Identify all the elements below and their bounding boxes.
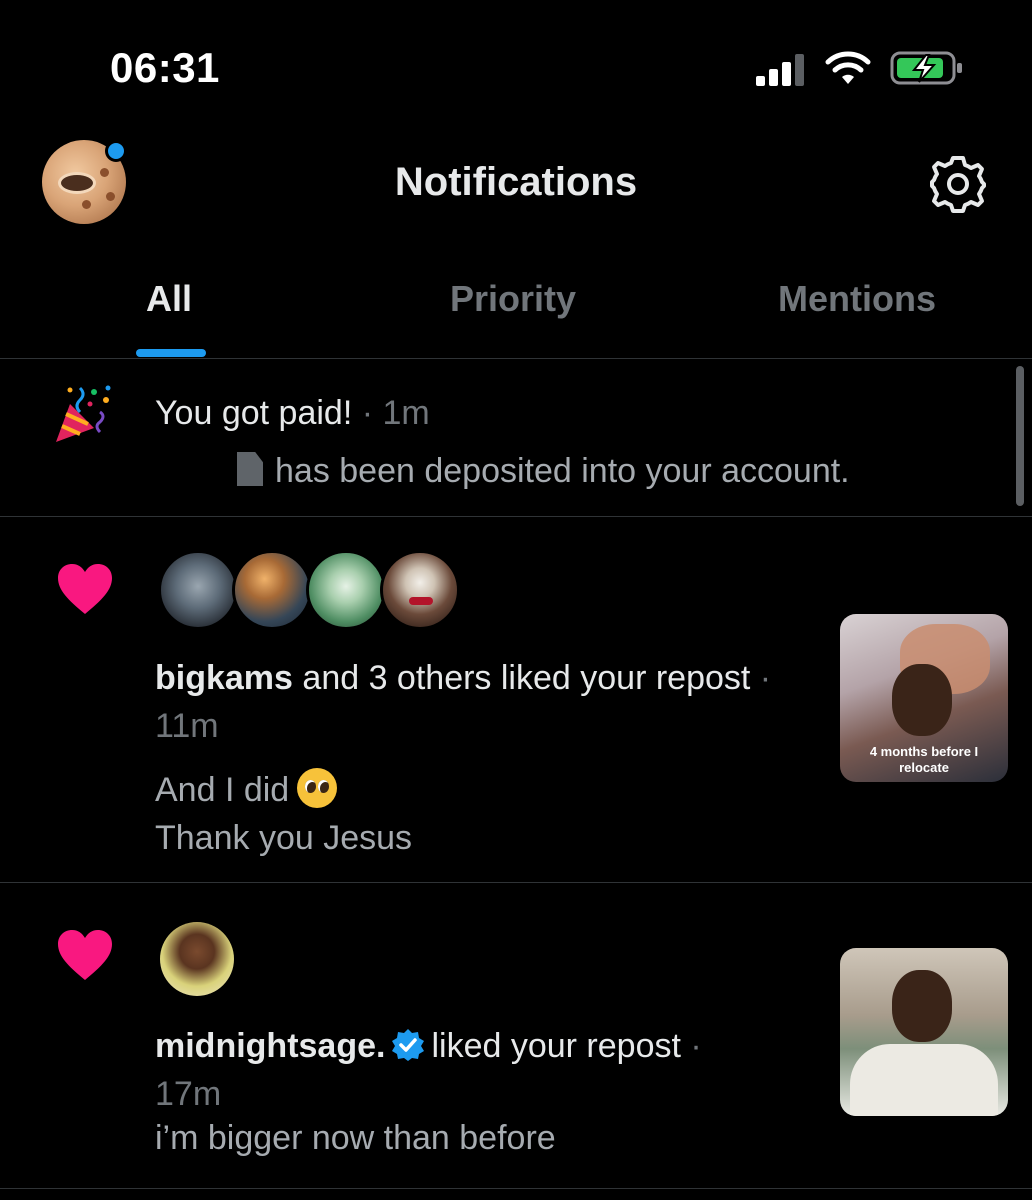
notification-payment[interactable]: You got paid! · 1m has been deposited in… <box>0 360 1032 517</box>
post-thumbnail[interactable] <box>840 948 1008 1116</box>
notification-like-single[interactable]: midnightsage. liked your repost · 17m i’… <box>0 884 1032 1189</box>
liked-post-text: i’m bigger now than before <box>155 1114 556 1162</box>
payment-title: You got paid! · 1m <box>155 394 430 433</box>
avatar[interactable] <box>160 922 234 996</box>
active-tab-indicator <box>136 349 206 357</box>
payment-title-text: You got paid! <box>155 394 353 432</box>
verified-badge-icon <box>392 1029 425 1061</box>
thumbnail-face <box>892 664 952 736</box>
avatar[interactable] <box>380 550 460 630</box>
notification-tabs: All Priority Mentions <box>0 260 1032 359</box>
cellular-signal-icon <box>756 54 804 86</box>
thumbnail-face <box>892 970 952 1042</box>
thumbnail-caption-line: relocate <box>899 760 949 775</box>
pleading-face-emoji-icon <box>297 768 338 808</box>
thumbnail-shirt <box>850 1044 998 1116</box>
redacted-amount <box>237 452 263 486</box>
avatar[interactable] <box>306 550 386 630</box>
heart-icon <box>58 930 112 980</box>
thumbnail-caption: 4 months before I relocate <box>840 744 1008 776</box>
like-time: 17m <box>155 1075 222 1113</box>
like-action: liked your repost <box>431 1027 681 1065</box>
notification-like-group[interactable]: bigkams and 3 others liked your repost ·… <box>0 518 1032 883</box>
party-popper-icon <box>56 385 111 442</box>
like-action: and 3 others liked your repost <box>302 659 751 697</box>
battery-charging-icon <box>890 51 962 85</box>
liked-post-text: And I did Thank you Jesus <box>155 766 412 862</box>
user-name[interactable]: midnightsage. <box>155 1027 385 1065</box>
payment-body: has been deposited into your account. <box>155 452 850 491</box>
post-line: Thank you Jesus <box>155 819 413 857</box>
gear-icon[interactable] <box>928 154 988 214</box>
heart-icon <box>58 564 112 614</box>
like-time-separator: · <box>690 1027 702 1065</box>
unread-indicator-dot <box>105 140 127 162</box>
avatar[interactable] <box>232 550 312 630</box>
thumbnail-caption-line: 4 months before I <box>869 744 979 759</box>
wifi-icon <box>825 51 871 84</box>
like-summary: midnightsage. liked your repost · 17m <box>155 1022 795 1118</box>
user-name[interactable]: bigkams <box>155 659 293 697</box>
post-line: i’m bigger now than before <box>155 1119 556 1157</box>
tab-priority[interactable]: Priority <box>450 278 576 320</box>
payment-time: · 1m <box>361 394 430 432</box>
post-thumbnail[interactable]: 4 months before I relocate <box>840 614 1008 782</box>
page-title: Notifications <box>394 160 638 204</box>
status-bar: 06:31 <box>0 0 1032 130</box>
like-summary: bigkams and 3 others liked your repost ·… <box>155 654 775 750</box>
avatar[interactable] <box>158 550 238 630</box>
post-line: And I did <box>155 771 290 809</box>
payment-body-text: has been deposited into your account. <box>275 452 850 490</box>
tab-all[interactable]: All <box>146 278 192 320</box>
tab-mentions[interactable]: Mentions <box>778 278 936 320</box>
status-time: 06:31 <box>110 44 220 91</box>
